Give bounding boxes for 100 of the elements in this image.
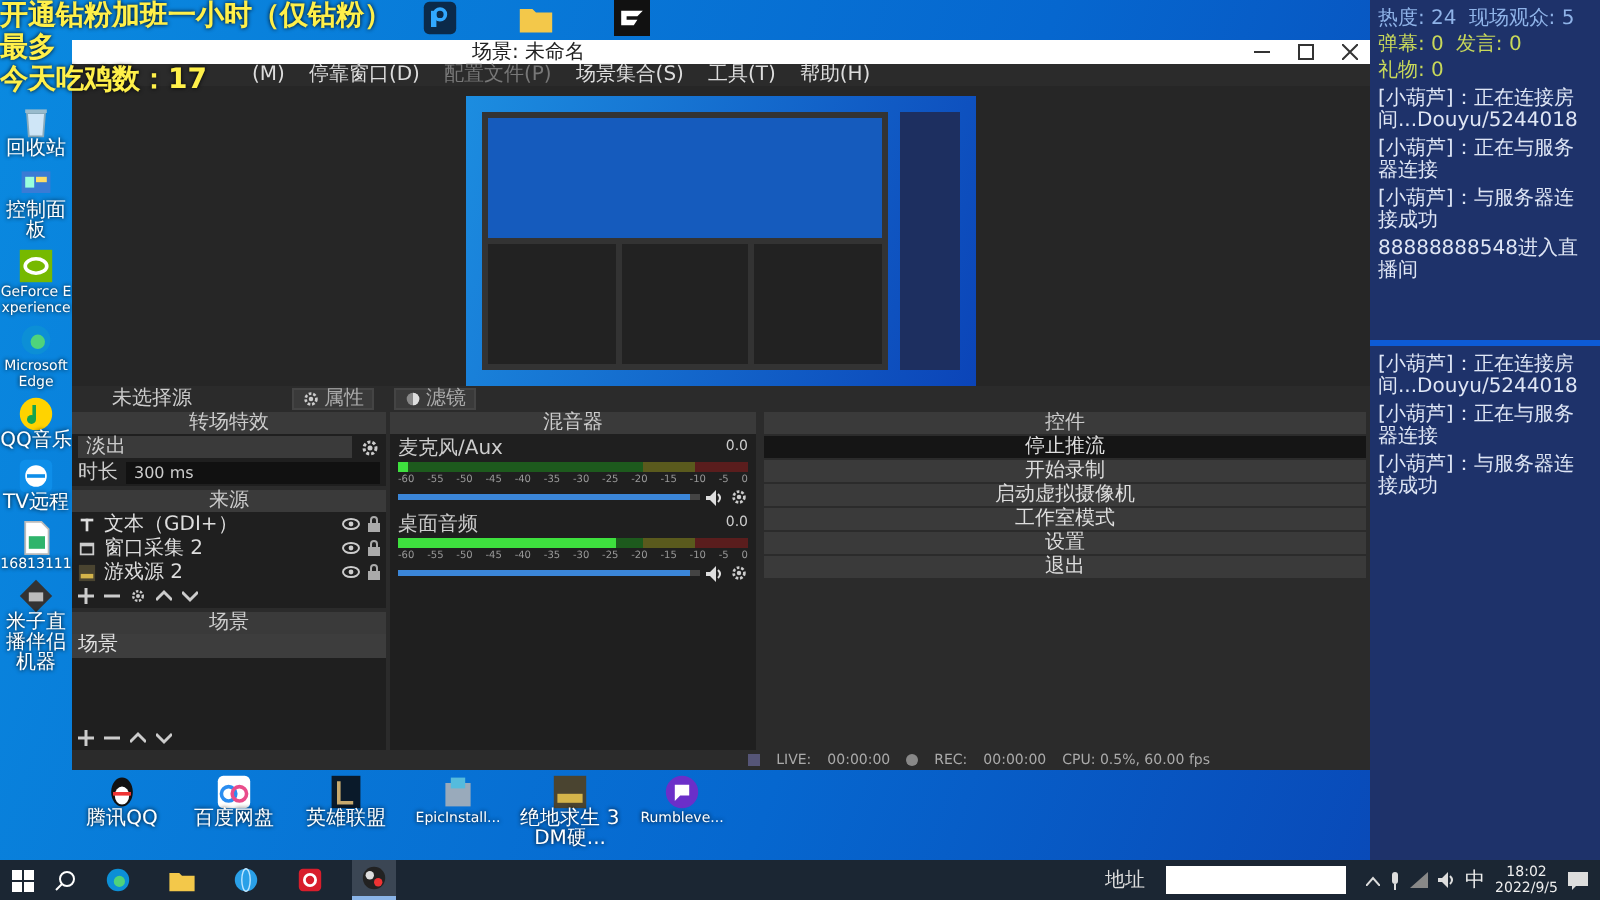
- duration-label: 时长: [78, 462, 118, 484]
- desktop-icon-label: 腾讯QQ: [86, 810, 158, 830]
- address-label: 地址: [1105, 869, 1146, 891]
- move-up-icon[interactable]: [130, 730, 146, 746]
- panel-title: 控件: [764, 412, 1366, 434]
- window-icon: [78, 539, 96, 557]
- stat-label: 现场观众: 5: [1468, 8, 1575, 30]
- duration-field[interactable]: 300 ms: [126, 462, 380, 484]
- source-item[interactable]: 文本（GDI+）: [104, 513, 334, 535]
- eye-icon[interactable]: [342, 566, 360, 578]
- menu-item[interactable]: 工具(T): [707, 64, 776, 86]
- desktop-icon-label: 百度网盘: [194, 810, 274, 830]
- cloud-icon[interactable]: [216, 774, 252, 810]
- game-cover-icon: [78, 563, 96, 581]
- properties-button[interactable]: 属性: [292, 388, 374, 410]
- desktop-icon-label: QQ音乐: [0, 432, 72, 452]
- microphone-icon[interactable]: [1389, 871, 1400, 889]
- address-field[interactable]: [1165, 866, 1346, 894]
- overlay-text: 开通钻粉加班一小时（仅钻粉）: [0, 0, 392, 32]
- panel-title: 场景: [72, 612, 386, 634]
- panel-title: 转场特效: [72, 412, 386, 434]
- gear-icon: [302, 390, 320, 408]
- speaker-icon[interactable]: [706, 489, 724, 505]
- taskbar-app[interactable]: [352, 860, 396, 900]
- overlay-text: 最多: [0, 32, 56, 64]
- stat-label: 礼物: 0: [1378, 60, 1444, 82]
- desktop-icon-label: TV远程: [3, 494, 69, 514]
- desktop-icon-label: 米子直播伴侣机器: [4, 614, 68, 674]
- window-title: 场景: 未命名: [472, 41, 588, 63]
- control-button[interactable]: 停止推流: [764, 436, 1366, 458]
- desktop-icon-label: 英雄联盟: [306, 810, 386, 830]
- eye-icon[interactable]: [342, 542, 360, 554]
- add-icon[interactable]: [78, 730, 94, 746]
- game-logo-icon[interactable]: [328, 774, 364, 810]
- control-button[interactable]: 退出: [764, 556, 1366, 578]
- move-down-icon[interactable]: [182, 588, 198, 604]
- panel-title: 混音器: [390, 412, 756, 434]
- transition-dropdown[interactable]: 淡出: [78, 436, 352, 458]
- chevron-up-icon[interactable]: [1365, 875, 1380, 885]
- lock-icon[interactable]: [368, 540, 380, 556]
- desktop-icon-label: 控制面板: [4, 202, 68, 242]
- close-icon[interactable]: [1342, 44, 1358, 60]
- log-message: [小葫芦]：正在与服务器连接: [1378, 404, 1576, 448]
- channel-name: 桌面音频: [398, 514, 478, 536]
- music-app-icon: [296, 866, 324, 894]
- game-cover-icon[interactable]: [552, 774, 588, 810]
- menu-item[interactable]: 停靠窗口(D): [308, 64, 420, 86]
- speaker-icon[interactable]: [1437, 872, 1456, 888]
- record-dot-icon: [906, 754, 919, 766]
- start-icon[interactable]: [12, 869, 34, 891]
- speech-bubble-icon[interactable]: [664, 774, 700, 810]
- log-message: [小葫芦]：正在连接房间...Douyu/5244018: [1378, 354, 1580, 398]
- lock-icon[interactable]: [368, 564, 380, 580]
- text-source-icon: [78, 515, 96, 533]
- control-button[interactable]: 启动虚拟摄像机: [764, 484, 1366, 506]
- broadcast-icon: [748, 754, 761, 766]
- desktop-icon-label: 绝地求生 3DM硬...: [520, 810, 620, 850]
- logo-icon[interactable]: [614, 0, 650, 36]
- maximize-icon[interactable]: [1298, 44, 1314, 60]
- control-button[interactable]: 开始录制: [764, 460, 1366, 482]
- gear-icon[interactable]: [730, 488, 748, 506]
- notification-icon[interactable]: [1568, 871, 1588, 889]
- channel-name: 麦克风/Aux: [398, 438, 503, 460]
- no-source-label: 未选择源: [112, 388, 194, 410]
- filters-button[interactable]: 滤镜: [394, 388, 476, 410]
- search-icon[interactable]: [54, 869, 76, 891]
- panel-title: 来源: [72, 490, 386, 512]
- add-icon[interactable]: [78, 588, 94, 604]
- control-button[interactable]: 设置: [764, 532, 1366, 554]
- move-down-icon[interactable]: [156, 730, 172, 746]
- scene-item[interactable]: 场景: [72, 634, 386, 658]
- spreadsheet-icon[interactable]: [18, 520, 54, 556]
- stat-label: 弹幕: 0: [1378, 34, 1444, 56]
- menu-item[interactable]: 帮助(H): [799, 64, 871, 86]
- music-note-icon[interactable]: [18, 396, 54, 432]
- lock-icon[interactable]: [368, 516, 380, 532]
- move-up-icon[interactable]: [156, 588, 172, 604]
- gear-icon[interactable]: [360, 437, 380, 457]
- recorder-app-icon: [360, 864, 388, 892]
- network-icon[interactable]: [1409, 872, 1428, 888]
- globe-icon: [232, 866, 260, 894]
- input-method-indicator[interactable]: 中: [1465, 869, 1486, 891]
- eye-logo-icon[interactable]: [18, 248, 54, 284]
- stat-label: 发言: 0: [1455, 34, 1522, 56]
- eye-icon[interactable]: [342, 518, 360, 530]
- source-item[interactable]: 窗口采集 2: [104, 537, 334, 559]
- menu-item[interactable]: 场景集合(S): [575, 64, 684, 86]
- menu-item[interactable]: (M): [252, 64, 285, 86]
- chat-message: [小葫芦]：正在连接房间...Douyu/5244018: [1378, 88, 1580, 132]
- source-item[interactable]: 游戏源 2: [104, 561, 334, 583]
- stat-label: 热度: 24: [1378, 8, 1457, 30]
- chat-message: [小葫芦]：与服务器连接成功: [1378, 188, 1576, 232]
- chat-message: [小葫芦]：正在与服务器连接: [1378, 138, 1576, 182]
- gear-icon[interactable]: [730, 564, 748, 582]
- desktop-icon-label: 回收站: [6, 140, 66, 160]
- speaker-icon[interactable]: [706, 565, 724, 581]
- control-button[interactable]: 工作室模式: [764, 508, 1366, 530]
- gear-icon[interactable]: [130, 588, 146, 604]
- filter-icon: [404, 390, 422, 408]
- log-message: [小葫芦]：与服务器连接成功: [1378, 454, 1576, 498]
